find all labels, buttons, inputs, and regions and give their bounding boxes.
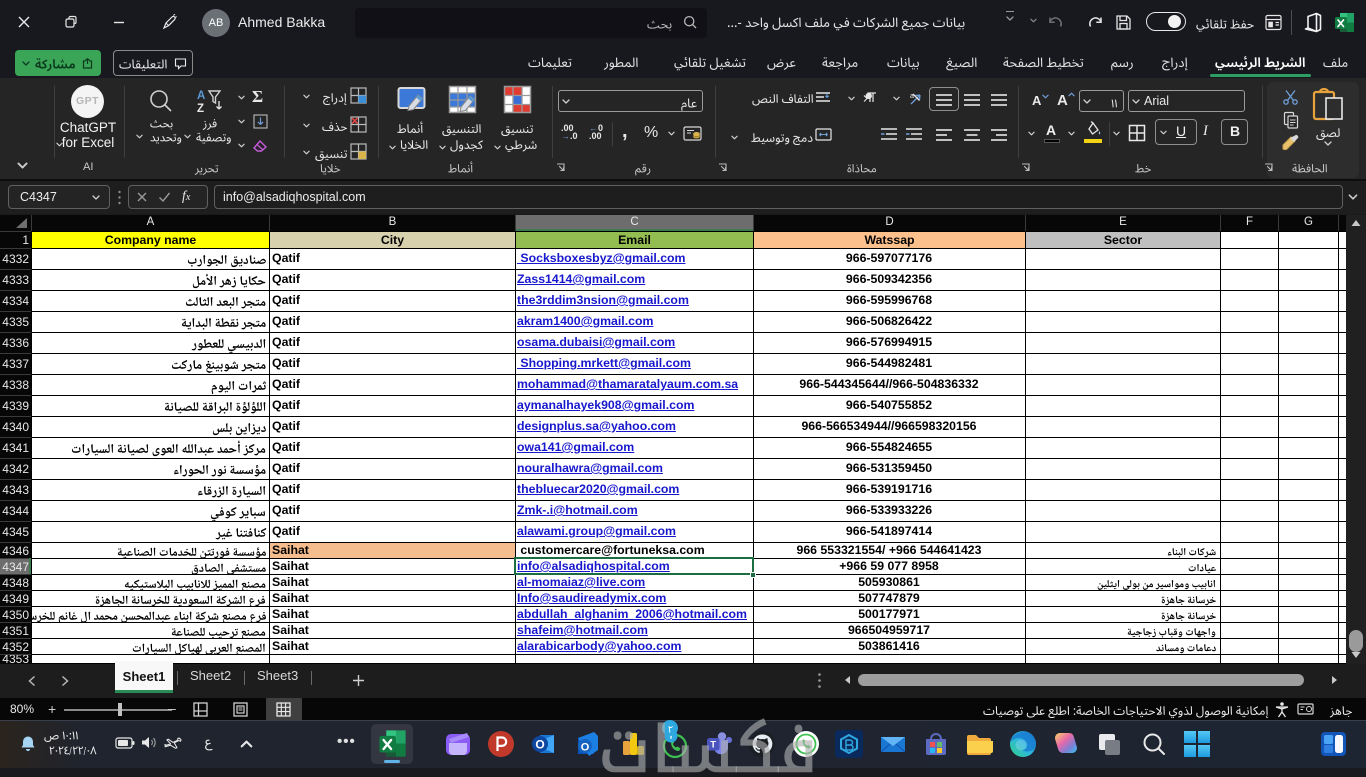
svg-text:O: O: [581, 742, 590, 754]
svg-text:O: O: [535, 738, 544, 752]
svg-text:Z: Z: [197, 103, 204, 114]
svg-text:a: a: [910, 93, 914, 100]
svg-text:A: A: [197, 90, 205, 102]
